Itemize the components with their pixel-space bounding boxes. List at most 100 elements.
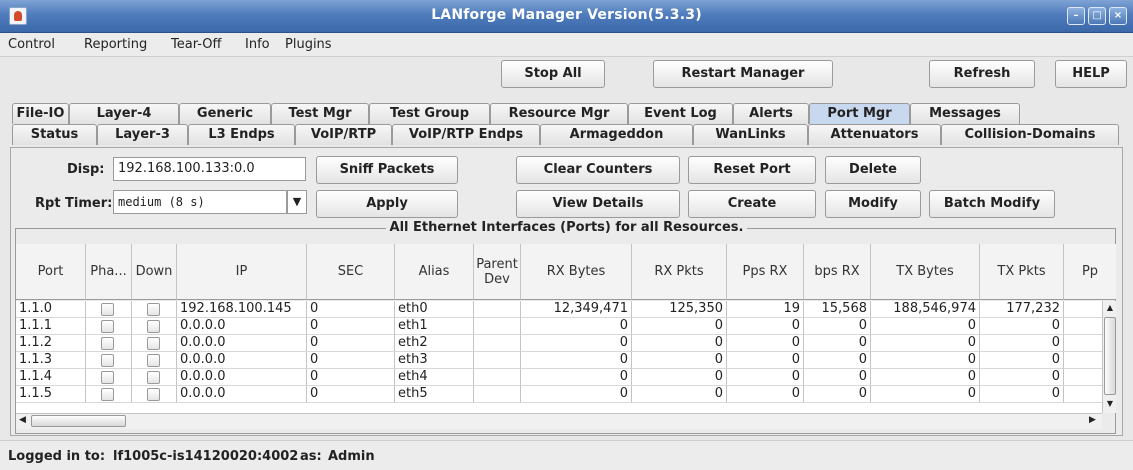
table-title-text: All Ethernet Interfaces (Ports) for all …: [385, 220, 748, 235]
close-icon[interactable]: ×: [1109, 7, 1127, 25]
table-row[interactable]: 1.1.5 0.0.0.0 0 eth5 0 0 0 0 0 0: [16, 386, 1102, 403]
tab-status[interactable]: Status: [12, 124, 97, 145]
cell-phantom: [86, 335, 132, 352]
cell-pps-tx: [1064, 335, 1102, 352]
phantom-checkbox[interactable]: [101, 320, 114, 333]
cell-phantom: [86, 386, 132, 403]
col-header-rx-bytes[interactable]: RX Bytes: [521, 244, 632, 300]
vertical-scrollbar[interactable]: ▲ ▼: [1102, 301, 1116, 413]
delete-button[interactable]: Delete: [825, 156, 921, 184]
tab-layer-4[interactable]: Layer-4: [69, 103, 179, 124]
stop-all-button[interactable]: Stop All: [501, 60, 605, 88]
as-label: as:: [300, 449, 322, 464]
table-row[interactable]: 1.1.3 0.0.0.0 0 eth3 0 0 0 0 0 0: [16, 352, 1102, 369]
tab-test-mgr[interactable]: Test Mgr: [271, 103, 369, 124]
col-header-down[interactable]: Down: [132, 244, 177, 300]
tab-generic[interactable]: Generic: [179, 103, 271, 124]
tab-attenuators[interactable]: Attenuators: [808, 124, 941, 145]
chevron-down-icon[interactable]: ▼: [287, 190, 307, 214]
tab-file-io[interactable]: File-IO: [12, 103, 69, 124]
down-checkbox[interactable]: [147, 303, 160, 316]
table-row[interactable]: 1.1.0 192.168.100.145 0 eth0 12,349,471 …: [16, 301, 1102, 318]
clear-counters-button[interactable]: Clear Counters: [516, 156, 680, 184]
disp-field[interactable]: 192.168.100.133:0.0: [113, 157, 306, 181]
cell-bps-rx: 0: [804, 386, 871, 403]
menu-reporting[interactable]: Reporting: [84, 37, 147, 52]
col-header-pps-rx[interactable]: Pps RX: [727, 244, 804, 300]
col-header-alias[interactable]: Alias: [395, 244, 474, 300]
col-header-pps-tx[interactable]: Pp: [1064, 244, 1116, 300]
down-checkbox[interactable]: [147, 388, 160, 401]
cell-bps-rx: 0: [804, 369, 871, 386]
create-button[interactable]: Create: [688, 190, 816, 218]
tab-event-log[interactable]: Event Log: [628, 103, 733, 124]
col-header-sec[interactable]: SEC: [307, 244, 395, 300]
tab-collision-domains[interactable]: Collision-Domains: [941, 124, 1119, 145]
vertical-scroll-thumb[interactable]: [1104, 317, 1116, 395]
col-header-tx-pkts[interactable]: TX Pkts: [980, 244, 1064, 300]
tab-voip-rtp-endps[interactable]: VoIP/RTP Endps: [392, 124, 540, 145]
tab-resource-mgr[interactable]: Resource Mgr: [490, 103, 628, 124]
scroll-left-icon[interactable]: ◀: [19, 415, 26, 425]
col-header-bps-rx[interactable]: bps RX: [804, 244, 871, 300]
down-checkbox[interactable]: [147, 354, 160, 367]
tab-voip-rtp[interactable]: VoIP/RTP: [295, 124, 392, 145]
tab-test-group[interactable]: Test Group: [369, 103, 490, 124]
table-title: All Ethernet Interfaces (Ports) for all …: [0, 220, 1133, 235]
cell-port: 1.1.5: [16, 386, 86, 403]
help-button[interactable]: HELP: [1055, 60, 1127, 88]
down-checkbox[interactable]: [147, 320, 160, 333]
maximize-icon[interactable]: □: [1088, 7, 1106, 25]
refresh-button[interactable]: Refresh: [929, 60, 1035, 88]
menu-control[interactable]: Control: [8, 37, 55, 52]
phantom-checkbox[interactable]: [101, 337, 114, 350]
scroll-right-icon[interactable]: ▶: [1089, 415, 1096, 425]
phantom-checkbox[interactable]: [101, 354, 114, 367]
batch-modify-button[interactable]: Batch Modify: [929, 190, 1055, 218]
tab-messages[interactable]: Messages: [910, 103, 1020, 124]
down-checkbox[interactable]: [147, 371, 160, 384]
cell-tx-pkts: 0: [980, 318, 1064, 335]
cell-pps-rx: 19: [727, 301, 804, 318]
tab-l3-endps[interactable]: L3 Endps: [188, 124, 295, 145]
col-header-port[interactable]: Port: [16, 244, 86, 300]
horizontal-scroll-thumb[interactable]: [31, 415, 126, 427]
table-row[interactable]: 1.1.1 0.0.0.0 0 eth1 0 0 0 0 0 0: [16, 318, 1102, 335]
view-details-button[interactable]: View Details: [516, 190, 680, 218]
col-header-rx-pkts[interactable]: RX Pkts: [632, 244, 727, 300]
scroll-up-icon[interactable]: ▲: [1105, 303, 1115, 312]
scroll-down-icon[interactable]: ▼: [1105, 399, 1115, 408]
cell-down: [132, 369, 177, 386]
col-header-phantom[interactable]: Pha...: [86, 244, 132, 300]
modify-button[interactable]: Modify: [825, 190, 921, 218]
phantom-checkbox[interactable]: [101, 388, 114, 401]
tab-layer-3[interactable]: Layer-3: [97, 124, 188, 145]
cell-ip: 0.0.0.0: [177, 318, 307, 335]
minimize-icon[interactable]: –: [1067, 7, 1085, 25]
col-header-parent-dev[interactable]: Parent Dev: [474, 244, 521, 300]
table-row[interactable]: 1.1.4 0.0.0.0 0 eth4 0 0 0 0 0 0: [16, 369, 1102, 386]
cell-rx-pkts: 125,350: [632, 301, 727, 318]
cell-rx-pkts: 0: [632, 352, 727, 369]
menu-info[interactable]: Info: [245, 37, 270, 52]
tab-armageddon[interactable]: Armageddon: [540, 124, 693, 145]
col-header-tx-bytes[interactable]: TX Bytes: [871, 244, 980, 300]
reset-port-button[interactable]: Reset Port: [688, 156, 816, 184]
restart-manager-button[interactable]: Restart Manager: [653, 60, 833, 88]
cell-down: [132, 386, 177, 403]
apply-button[interactable]: Apply: [316, 190, 458, 218]
sniff-packets-button[interactable]: Sniff Packets: [316, 156, 458, 184]
phantom-checkbox[interactable]: [101, 371, 114, 384]
col-header-ip[interactable]: IP: [177, 244, 307, 300]
menu-tear-off[interactable]: Tear-Off: [171, 37, 221, 52]
horizontal-scrollbar[interactable]: ◀ ▶: [16, 413, 1102, 429]
cell-parent-dev: [474, 301, 521, 318]
tab-wanlinks[interactable]: WanLinks: [693, 124, 808, 145]
menu-plugins[interactable]: Plugins: [285, 37, 332, 52]
table-row[interactable]: 1.1.2 0.0.0.0 0 eth2 0 0 0 0 0 0: [16, 335, 1102, 352]
rpt-timer-select[interactable]: medium (8 s): [113, 190, 287, 214]
down-checkbox[interactable]: [147, 337, 160, 350]
tab-port-mgr[interactable]: Port Mgr: [809, 103, 910, 124]
tab-alerts[interactable]: Alerts: [733, 103, 809, 124]
phantom-checkbox[interactable]: [101, 303, 114, 316]
